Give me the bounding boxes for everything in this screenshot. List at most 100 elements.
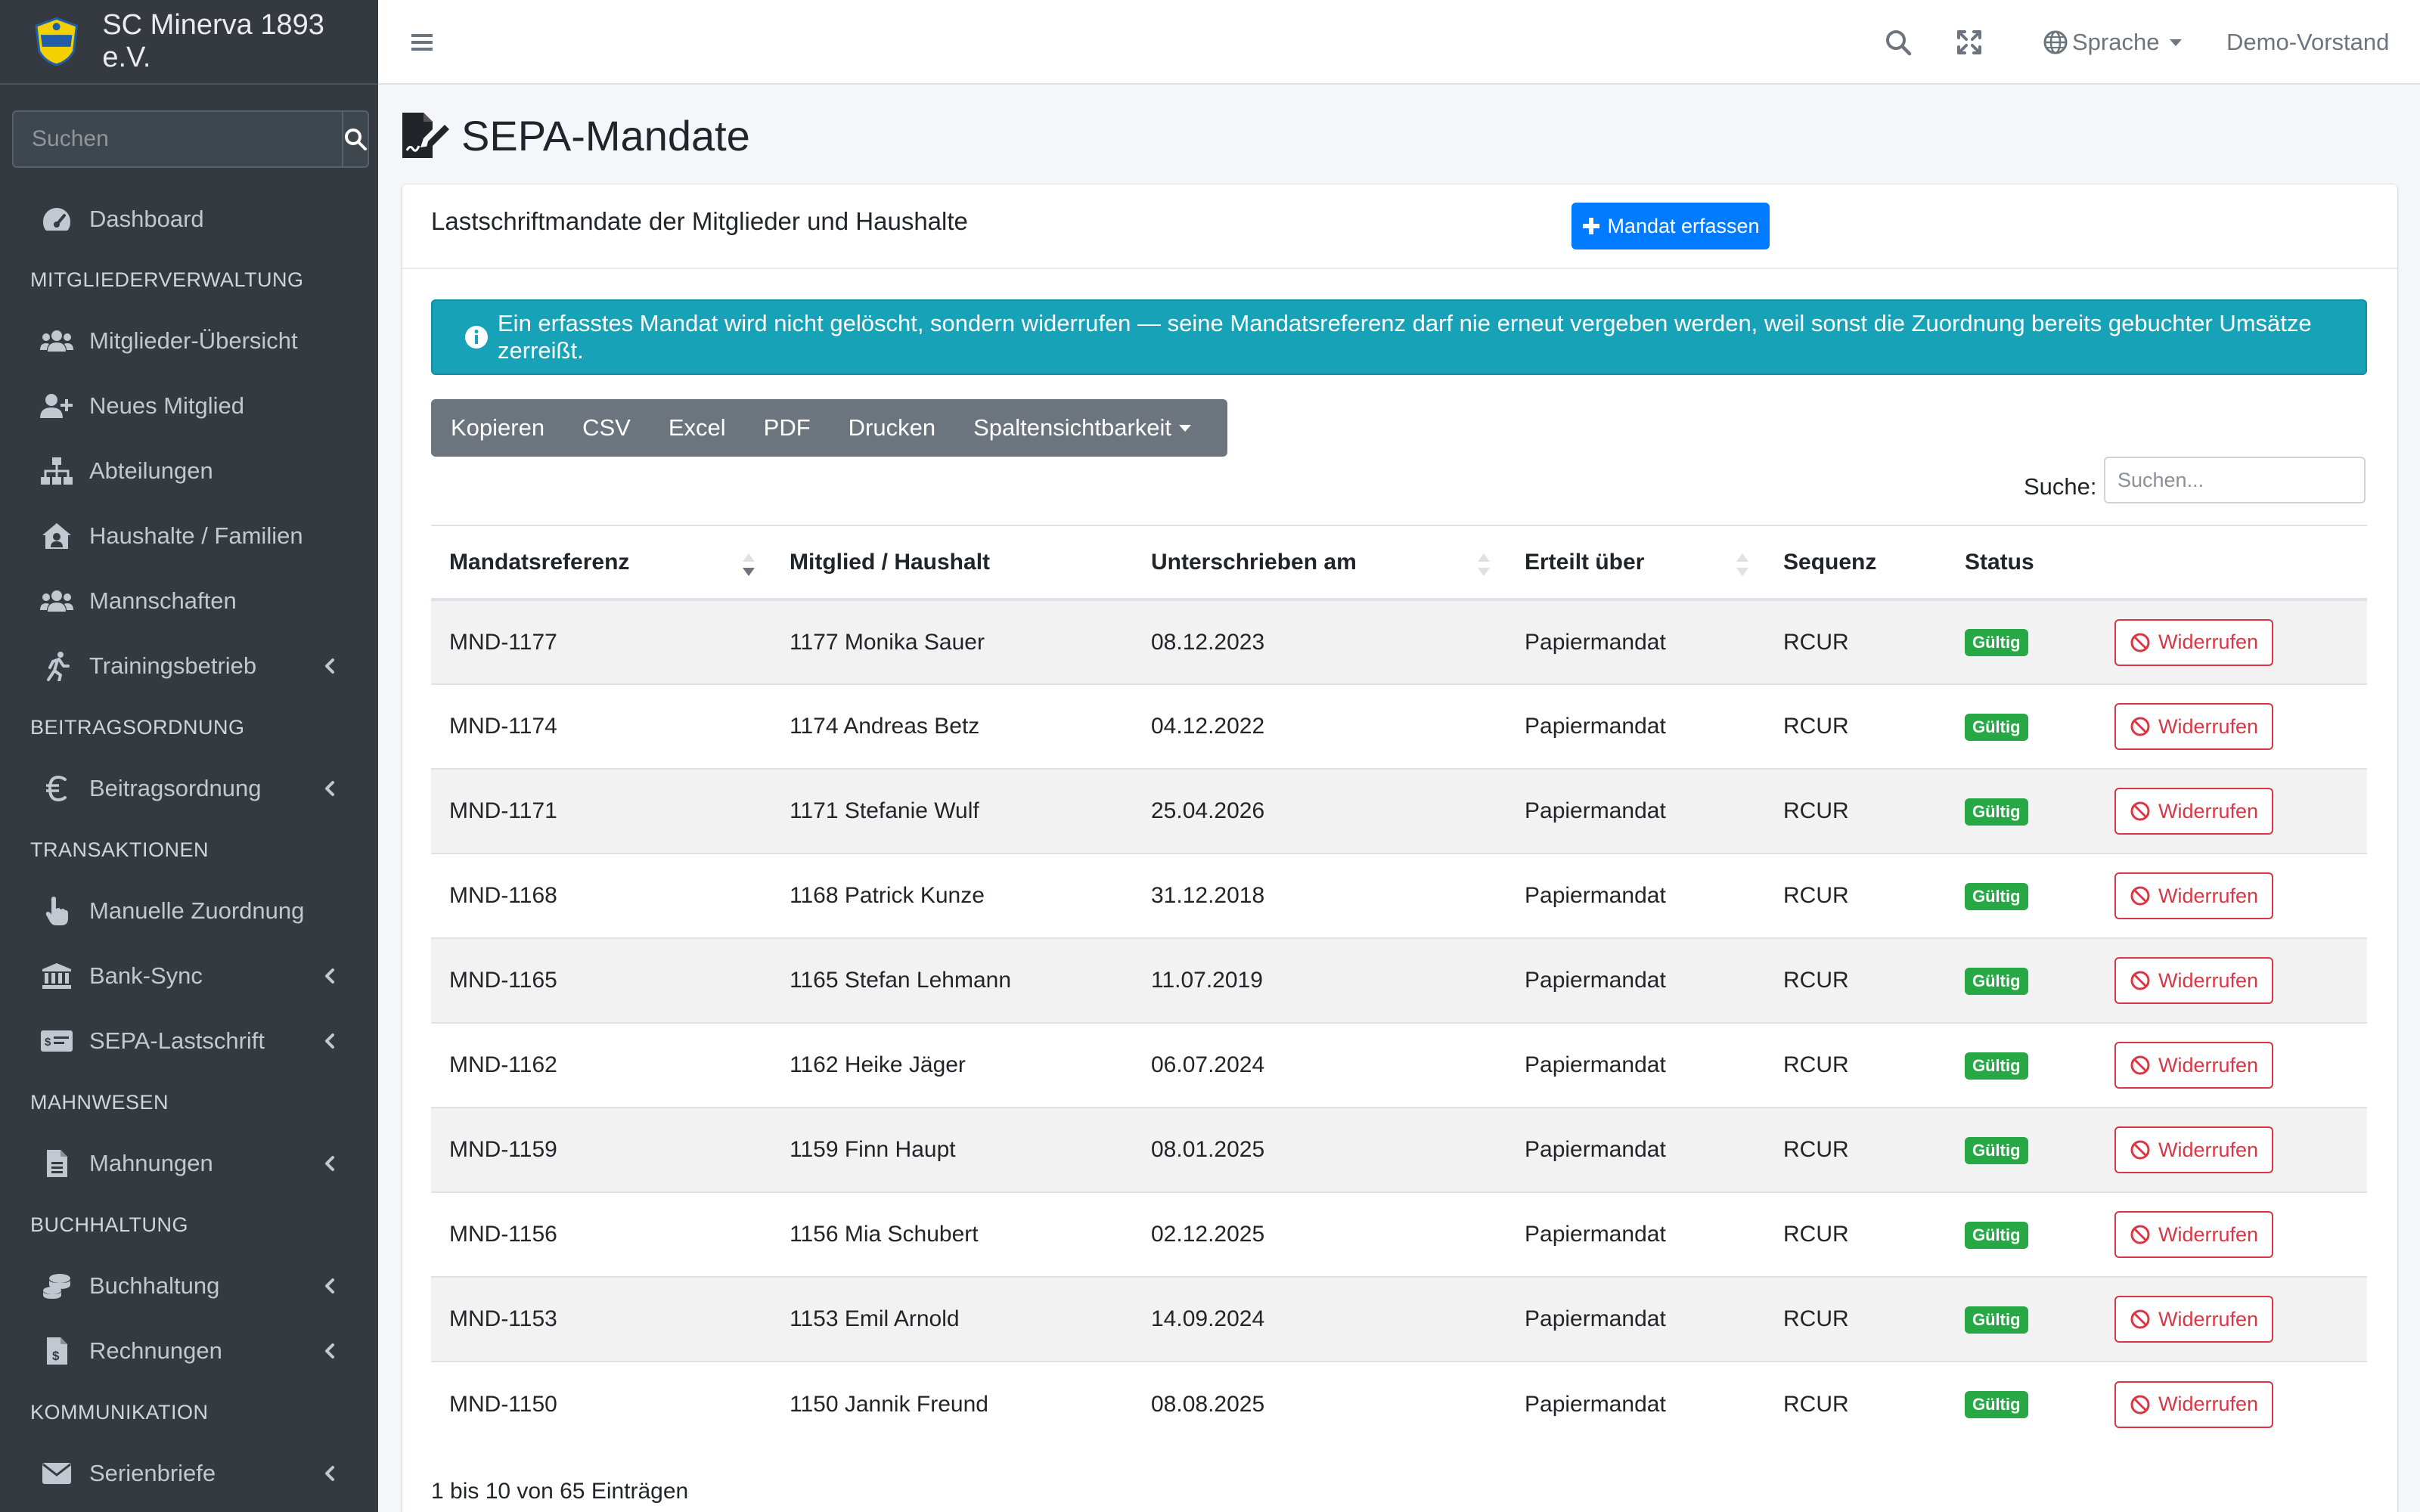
table-search-input[interactable] [2104, 457, 2366, 503]
file-invoice-dollar-icon: $ [39, 1334, 74, 1368]
column-visibility-button[interactable]: Spaltensichtbarkeit [954, 399, 1192, 457]
chevron-left-icon [325, 1156, 334, 1171]
sidebar-item-mahnungen[interactable]: Mahnungen [0, 1131, 378, 1196]
cell-unterschrieben: 02.12.2025 [1133, 1191, 1506, 1277]
language-dropdown[interactable]: Sprache [2042, 26, 2183, 59]
sidebar-item-manuelle-zuordnung[interactable]: Manuelle Zuordnung [0, 878, 378, 943]
revoke-label: Widerrufen [2158, 1138, 2259, 1161]
cell-sequenz: RCUR [1765, 683, 1947, 769]
copy-button[interactable]: Kopieren [431, 399, 544, 457]
cell-actions: Widerrufen [2096, 1191, 2367, 1277]
sidebar-search-input[interactable] [12, 110, 342, 168]
cell-mandatsreferenz: MND-1177 [431, 599, 771, 684]
globe-icon [2043, 30, 2068, 54]
sidebar-item-sepa-lastschrift[interactable]: $ SEPA-Lastschrift [0, 1009, 378, 1074]
column-header-erteilt[interactable]: Erteilt über [1506, 525, 1765, 601]
hamburger-menu-icon[interactable] [407, 27, 437, 57]
cell-sequenz: RCUR [1765, 1361, 1947, 1446]
sidebar-item-serienbriefe[interactable]: Serienbriefe [0, 1441, 378, 1506]
ban-icon [2130, 886, 2150, 906]
ban-icon [2130, 717, 2150, 736]
cell-erteilt: Papiermandat [1506, 1276, 1765, 1362]
excel-button[interactable]: Excel [649, 399, 726, 457]
sidebar-item-bank-sync[interactable]: Bank-Sync [0, 943, 378, 1009]
revoke-button[interactable]: Widerrufen [2114, 788, 2274, 835]
card-title: Lastschriftmandate der Mitglieder und Ha… [431, 207, 968, 235]
revoke-button[interactable]: Widerrufen [2114, 1296, 2274, 1343]
cell-sequenz: RCUR [1765, 937, 1947, 1023]
cell-actions: Widerrufen [2096, 853, 2367, 938]
cell-erteilt: Papiermandat [1506, 599, 1765, 684]
sidebar-item-buchhaltung[interactable]: Buchhaltung [0, 1253, 378, 1318]
sidebar-item-label: Dashboard [89, 206, 204, 232]
sidebar-item-beitragsordnung[interactable]: Beitragsordnung [0, 756, 378, 821]
revoke-button[interactable]: Widerrufen [2114, 1126, 2274, 1173]
add-mandate-button[interactable]: Mandat erfassen [1571, 203, 1770, 249]
search-icon [345, 129, 367, 150]
cell-mitglied: 1171 Stefanie Wulf [771, 768, 1133, 854]
sidebar-item-abteilungen[interactable]: Abteilungen [0, 438, 378, 503]
cell-status: Gültig [1947, 1022, 2096, 1108]
column-header-status: Status [1947, 525, 2096, 601]
sidebar-item-neues-mitglied[interactable]: Neues Mitglied [0, 373, 378, 438]
cell-status: Gültig [1947, 853, 2096, 938]
column-header-actions [2096, 525, 2367, 601]
revoke-button[interactable]: Widerrufen [2114, 1380, 2274, 1428]
cell-erteilt: Papiermandat [1506, 1361, 1765, 1446]
cell-mitglied: 1165 Stefan Lehmann [771, 937, 1133, 1023]
svg-text:$: $ [52, 1349, 60, 1363]
page-heading: SEPA-Mandate [401, 107, 750, 163]
brand-link[interactable]: SC Minerva 1893 e.V. [0, 0, 378, 85]
sidebar-item-mitglieder-uebersicht[interactable]: Mitglieder-Übersicht [0, 308, 378, 373]
cell-status: Gültig [1947, 1276, 2096, 1362]
chevron-left-icon [325, 1466, 334, 1481]
revoke-button[interactable]: Widerrufen [2114, 1211, 2274, 1258]
column-header-mandatsreferenz[interactable]: Mandatsreferenz [431, 525, 771, 601]
sidebar-item-rechnungen[interactable]: $ Rechnungen [0, 1318, 378, 1383]
sidebar-item-haushalte[interactable]: Haushalte / Familien [0, 503, 378, 569]
table-row: MND-1159 1159 Finn Haupt 08.01.2025 Papierm… [431, 1107, 2367, 1192]
sidebar-item-trainingsbetrieb[interactable]: Trainingsbetrieb [0, 634, 378, 699]
table-row: MND-1174 1174 Andreas Betz 04.12.2022 Papie… [431, 683, 2367, 769]
cell-unterschrieben: 04.12.2022 [1133, 683, 1506, 769]
cell-unterschrieben: 06.07.2024 [1133, 1022, 1506, 1108]
expand-arrows-icon[interactable] [1954, 27, 1984, 57]
cell-status: Gültig [1947, 1361, 2096, 1446]
table-row: MND-1177 1177 Monika Sauer 08.12.2023 Papie… [431, 599, 2367, 684]
revoke-button[interactable]: Widerrufen [2114, 1042, 2274, 1089]
print-button[interactable]: Drucken [829, 399, 935, 457]
revoke-button[interactable]: Widerrufen [2114, 872, 2274, 919]
revoke-button[interactable]: Widerrufen [2114, 618, 2274, 666]
status-badge: Gültig [1965, 798, 2028, 826]
cell-mandatsreferenz: MND-1165 [431, 937, 771, 1023]
revoke-button[interactable]: Widerrufen [2114, 703, 2274, 750]
cell-erteilt: Papiermandat [1506, 937, 1765, 1023]
column-header-label: Sequenz [1783, 549, 1877, 575]
sidebar-search-button[interactable] [342, 110, 369, 168]
cell-sequenz: RCUR [1765, 599, 1947, 684]
status-badge: Gültig [1965, 1391, 2028, 1418]
sidebar-item-label: Neues Mitglied [89, 392, 245, 419]
table-row: MND-1150 1150 Jannik Freund 08.08.2025 Papi… [431, 1361, 2367, 1446]
revoke-button[interactable]: Widerrufen [2114, 957, 2274, 1004]
revoke-label: Widerrufen [2158, 884, 2259, 907]
cell-mitglied: 1156 Mia Schubert [771, 1191, 1133, 1277]
add-mandate-label: Mandat erfassen [1607, 214, 1760, 237]
nav-header-kommunikation: KOMMUNIKATION [30, 1400, 209, 1424]
column-header-unterschrieben[interactable]: Unterschrieben am [1133, 525, 1506, 601]
sidebar-item-mannschaften[interactable]: Mannschaften [0, 569, 378, 634]
column-header-label: Mitglied / Haushalt [790, 549, 991, 575]
chevron-left-icon [325, 968, 334, 984]
sidebar-item-dashboard[interactable]: Dashboard [0, 187, 378, 251]
info-alert-text: Ein erfasstes Mandat wird nicht gelöscht… [498, 310, 2312, 364]
cell-erteilt: Papiermandat [1506, 1107, 1765, 1192]
chevron-left-icon [325, 1033, 334, 1049]
csv-button[interactable]: CSV [563, 399, 631, 457]
cell-mandatsreferenz: MND-1174 [431, 683, 771, 769]
user-menu[interactable]: Demo-Vorstand [2226, 26, 2389, 59]
pdf-button[interactable]: PDF [744, 399, 811, 457]
house-user-icon [39, 519, 74, 553]
table-row: MND-1156 1156 Mia Schubert 02.12.2025 Papie… [431, 1191, 2367, 1277]
cell-unterschrieben: 14.09.2024 [1133, 1276, 1506, 1362]
search-icon[interactable] [1883, 27, 1913, 57]
